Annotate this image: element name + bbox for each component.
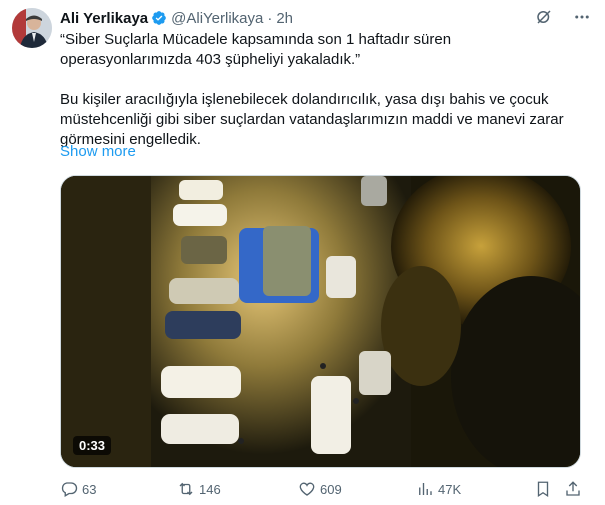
more-icon[interactable] (571, 6, 593, 28)
views-icon (419, 483, 432, 495)
repost-button[interactable]: 146 (177, 478, 221, 500)
video-duration: 0:33 (73, 436, 112, 455)
avatar[interactable] (12, 8, 52, 48)
like-count: 609 (320, 481, 342, 497)
share-icon (566, 481, 580, 496)
like-button[interactable]: 609 (298, 478, 342, 500)
like-icon (299, 482, 315, 496)
verified-badge-icon (151, 10, 167, 26)
tweet-paragraph-2: Bu kişiler aracılığıyla işlenebilecek do… (60, 91, 564, 148)
show-more-link[interactable]: Show more (60, 143, 136, 160)
header-actions (533, 6, 593, 28)
action-bar: 63 146 609 47K (60, 478, 589, 500)
reply-button[interactable]: 63 (60, 478, 96, 500)
tweet-header: Ali Yerlikaya @AliYerlikaya · 2h (60, 8, 593, 28)
share-button[interactable] (564, 478, 582, 500)
separator-dot: · (267, 9, 273, 27)
author-handle[interactable]: @AliYerlikaya (171, 10, 263, 27)
repost-count: 146 (199, 481, 221, 497)
tweet-text: “Siber Suçlarla Mücadele kapsamında son … (60, 30, 580, 150)
bookmark-icon (537, 481, 549, 498)
author-name[interactable]: Ali Yerlikaya (60, 10, 148, 27)
reply-icon (61, 482, 78, 497)
bookmark-button[interactable] (534, 478, 552, 500)
avatar-image (12, 8, 52, 48)
views-count: 47K (438, 481, 462, 497)
grok-icon[interactable] (533, 6, 555, 28)
video-player[interactable]: 0:33 (60, 175, 581, 468)
repost-icon (179, 482, 193, 496)
views-button[interactable]: 47K (416, 478, 461, 500)
tweet-paragraph-1: “Siber Suçlarla Mücadele kapsamında son … (60, 31, 452, 68)
reply-count: 63 (82, 481, 97, 497)
video-thumbnail (61, 176, 580, 467)
tweet-time[interactable]: 2h (276, 10, 293, 27)
